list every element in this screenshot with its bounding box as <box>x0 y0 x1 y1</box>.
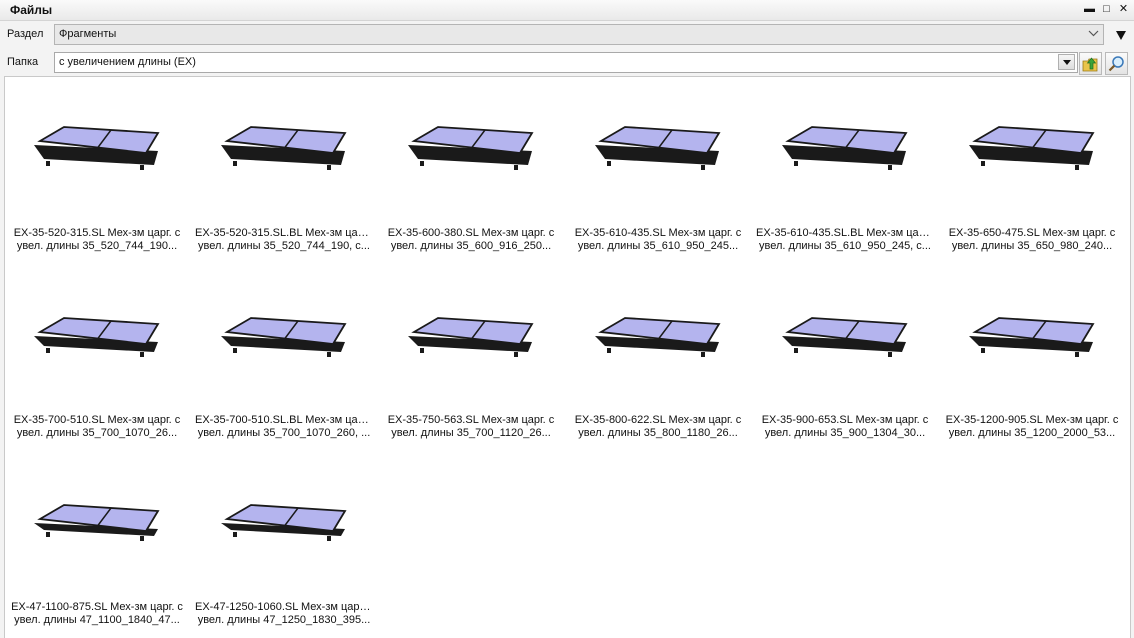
window-controls: ▬ □ ✕ <box>1083 2 1130 16</box>
mechanism-thumbnail <box>782 317 908 357</box>
file-name: EX-35-600-380.SL Мех-зм царг. с увел. дли… <box>382 227 560 253</box>
file-name-line1: EX-47-1100-875.SL Мех-зм царг. с <box>11 601 183 613</box>
file-name: EX-35-700-510.SL.BL Мех-зм царг. с увел. … <box>195 414 373 440</box>
file-name: EX-35-700-510.SL Мех-зм царг. с увел. дли… <box>8 414 186 440</box>
file-name-line2: увел. длины 35_900_1304_30... <box>764 427 926 439</box>
mechanism-thumbnail <box>34 504 160 541</box>
file-item[interactable]: EX-35-800-622.SL Мех-зм царг. с увел. дли… <box>569 264 747 444</box>
section-select[interactable]: Фрагменты <box>54 24 1104 45</box>
mechanism-thumbnail <box>595 126 721 170</box>
folder-row: Папка с увеличением длины (EX) <box>0 49 1134 76</box>
file-name-line2: увел. длины 35_610_950_245, с... <box>759 240 931 252</box>
mechanism-thumbnail <box>969 126 1095 170</box>
section-row: Раздел Фрагменты <box>0 21 1134 48</box>
folder-value: с увеличением длины (EX) <box>59 56 196 68</box>
file-name-line2: увел. длины 35_610_950_245... <box>577 240 739 252</box>
file-name: EX-47-1250-1060.SL Мех-зм царг. с увел. д… <box>195 601 373 627</box>
file-item[interactable]: EX-35-520-315.SL.BL Мех-зм царг. с увел. … <box>195 77 373 257</box>
file-name-line2: увел. длины 35_700_1120_26... <box>391 427 551 439</box>
file-name-line2: увел. длины 35_700_1070_26... <box>16 427 178 439</box>
mechanism-thumbnail <box>408 126 534 170</box>
file-name-line2: увел. длины 35_520_744_190... <box>16 240 178 252</box>
funnel-icon[interactable] <box>1116 27 1126 45</box>
file-name: EX-35-800-622.SL Мех-зм царг. с увел. дли… <box>569 414 747 440</box>
file-name-line1: EX-35-610-435.SL.BL Мех-зм царг. с <box>756 227 934 239</box>
file-name-line2: увел. длины 35_600_916_250... <box>390 240 552 252</box>
file-item[interactable]: EX-35-900-653.SL Мех-зм царг. с увел. дли… <box>756 264 934 444</box>
mechanism-thumbnail <box>221 504 347 541</box>
file-name-line2: увел. длины 35_800_1180_26... <box>578 427 738 439</box>
maximize-button[interactable]: □ <box>1100 2 1113 16</box>
file-name: EX-35-650-475.SL Мех-зм царг. с увел. дли… <box>943 227 1121 253</box>
file-item[interactable]: EX-35-1200-905.SL Мех-зм царг. с увел. дл… <box>943 264 1121 444</box>
mechanism-thumbnail <box>34 317 160 357</box>
file-name: EX-47-1100-875.SL Мех-зм царг. с увел. дл… <box>8 601 186 627</box>
file-item[interactable]: EX-35-700-510.SL.BL Мех-зм царг. с увел. … <box>195 264 373 444</box>
mechanism-thumbnail <box>221 126 347 170</box>
file-grid: EX-35-520-315.SL Мех-зм царг. с увел. дли… <box>4 76 1131 638</box>
file-name-line1: EX-35-900-653.SL Мех-зм царг. с <box>761 414 929 426</box>
window-title: Файлы <box>10 3 53 17</box>
chevron-down-icon[interactable] <box>1058 54 1075 70</box>
file-item[interactable]: EX-35-520-315.SL Мех-зм царг. с увел. дли… <box>8 77 186 257</box>
file-name-line2: увел. длины 35_1200_2000_53... <box>948 427 1116 439</box>
file-name-line1: EX-35-700-510.SL Мех-зм царг. с <box>13 414 181 426</box>
file-name-line1: EX-35-800-622.SL Мех-зм царг. с <box>574 414 742 426</box>
file-name-line1: EX-35-650-475.SL Мех-зм царг. с <box>948 227 1116 239</box>
file-name-line1: EX-35-520-315.SL Мех-зм царг. с <box>13 227 181 239</box>
close-button[interactable]: ✕ <box>1117 2 1130 16</box>
file-name: EX-35-900-653.SL Мех-зм царг. с увел. дли… <box>756 414 934 440</box>
mechanism-thumbnail <box>408 317 534 357</box>
file-name: EX-35-750-563.SL Мех-зм царг. с увел. дли… <box>382 414 560 440</box>
file-name-line1: EX-35-1200-905.SL Мех-зм царг. с <box>945 414 1119 426</box>
folder-label: Папка <box>7 56 39 68</box>
file-name-line1: EX-35-520-315.SL.BL Мех-зм царг. с <box>195 227 373 239</box>
file-name-line1: EX-35-610-435.SL Мех-зм царг. с <box>574 227 742 239</box>
title-bar: Файлы ▬ □ ✕ <box>0 0 1134 21</box>
mechanism-thumbnail <box>969 317 1095 357</box>
section-value: Фрагменты <box>59 28 117 40</box>
section-label: Раздел <box>7 28 44 40</box>
file-item[interactable]: EX-47-1250-1060.SL Мех-зм царг. с увел. д… <box>195 451 373 631</box>
file-name-line1: EX-47-1250-1060.SL Мех-зм царг. с <box>195 601 373 613</box>
search-icon <box>1108 56 1124 72</box>
file-name: EX-35-610-435.SL Мех-зм царг. с увел. дли… <box>569 227 747 253</box>
file-name-line2: увел. длины 35_700_1070_260, ... <box>197 427 371 439</box>
file-name-line1: EX-35-700-510.SL.BL Мех-зм царг. с <box>195 414 373 426</box>
files-window: Файлы ▬ □ ✕ Раздел Фрагменты Папка с уве… <box>0 0 1134 638</box>
file-name: EX-35-520-315.SL.BL Мех-зм царг. с увел. … <box>195 227 373 253</box>
folder-up-icon <box>1082 56 1098 71</box>
folder-up-button[interactable] <box>1079 52 1102 75</box>
mechanism-thumbnail <box>595 317 721 357</box>
mechanism-thumbnail <box>34 126 160 170</box>
file-name-line2: увел. длины 47_1250_1830_395... <box>197 614 371 626</box>
search-button[interactable] <box>1105 52 1128 75</box>
file-item[interactable]: EX-35-750-563.SL Мех-зм царг. с увел. дли… <box>382 264 560 444</box>
file-name: EX-35-520-315.SL Мех-зм царг. с увел. дли… <box>8 227 186 253</box>
file-name-line1: EX-35-600-380.SL Мех-зм царг. с <box>387 227 555 239</box>
minimize-button[interactable]: ▬ <box>1083 2 1096 16</box>
file-name-line1: EX-35-750-563.SL Мех-зм царг. с <box>387 414 555 426</box>
folder-select[interactable]: с увеличением длины (EX) <box>54 52 1078 73</box>
mechanism-thumbnail <box>782 126 908 170</box>
file-item[interactable]: EX-47-1100-875.SL Мех-зм царг. с увел. дл… <box>8 451 186 631</box>
file-item[interactable]: EX-35-610-435.SL Мех-зм царг. с увел. дли… <box>569 77 747 257</box>
file-item[interactable]: EX-35-650-475.SL Мех-зм царг. с увел. дли… <box>943 77 1121 257</box>
file-item[interactable]: EX-35-610-435.SL.BL Мех-зм царг. с увел. … <box>756 77 934 257</box>
file-item[interactable]: EX-35-600-380.SL Мех-зм царг. с увел. дли… <box>382 77 560 257</box>
file-name-line2: увел. длины 35_520_744_190, с... <box>198 240 370 252</box>
mechanism-thumbnail <box>221 317 347 357</box>
file-name: EX-35-610-435.SL.BL Мех-зм царг. с увел. … <box>756 227 934 253</box>
file-name-line2: увел. длины 47_1100_1840_47... <box>14 614 180 626</box>
chevron-down-icon[interactable] <box>1086 26 1101 41</box>
file-name: EX-35-1200-905.SL Мех-зм царг. с увел. дл… <box>943 414 1121 440</box>
file-item[interactable]: EX-35-700-510.SL Мех-зм царг. с увел. дли… <box>8 264 186 444</box>
file-name-line2: увел. длины 35_650_980_240... <box>951 240 1113 252</box>
